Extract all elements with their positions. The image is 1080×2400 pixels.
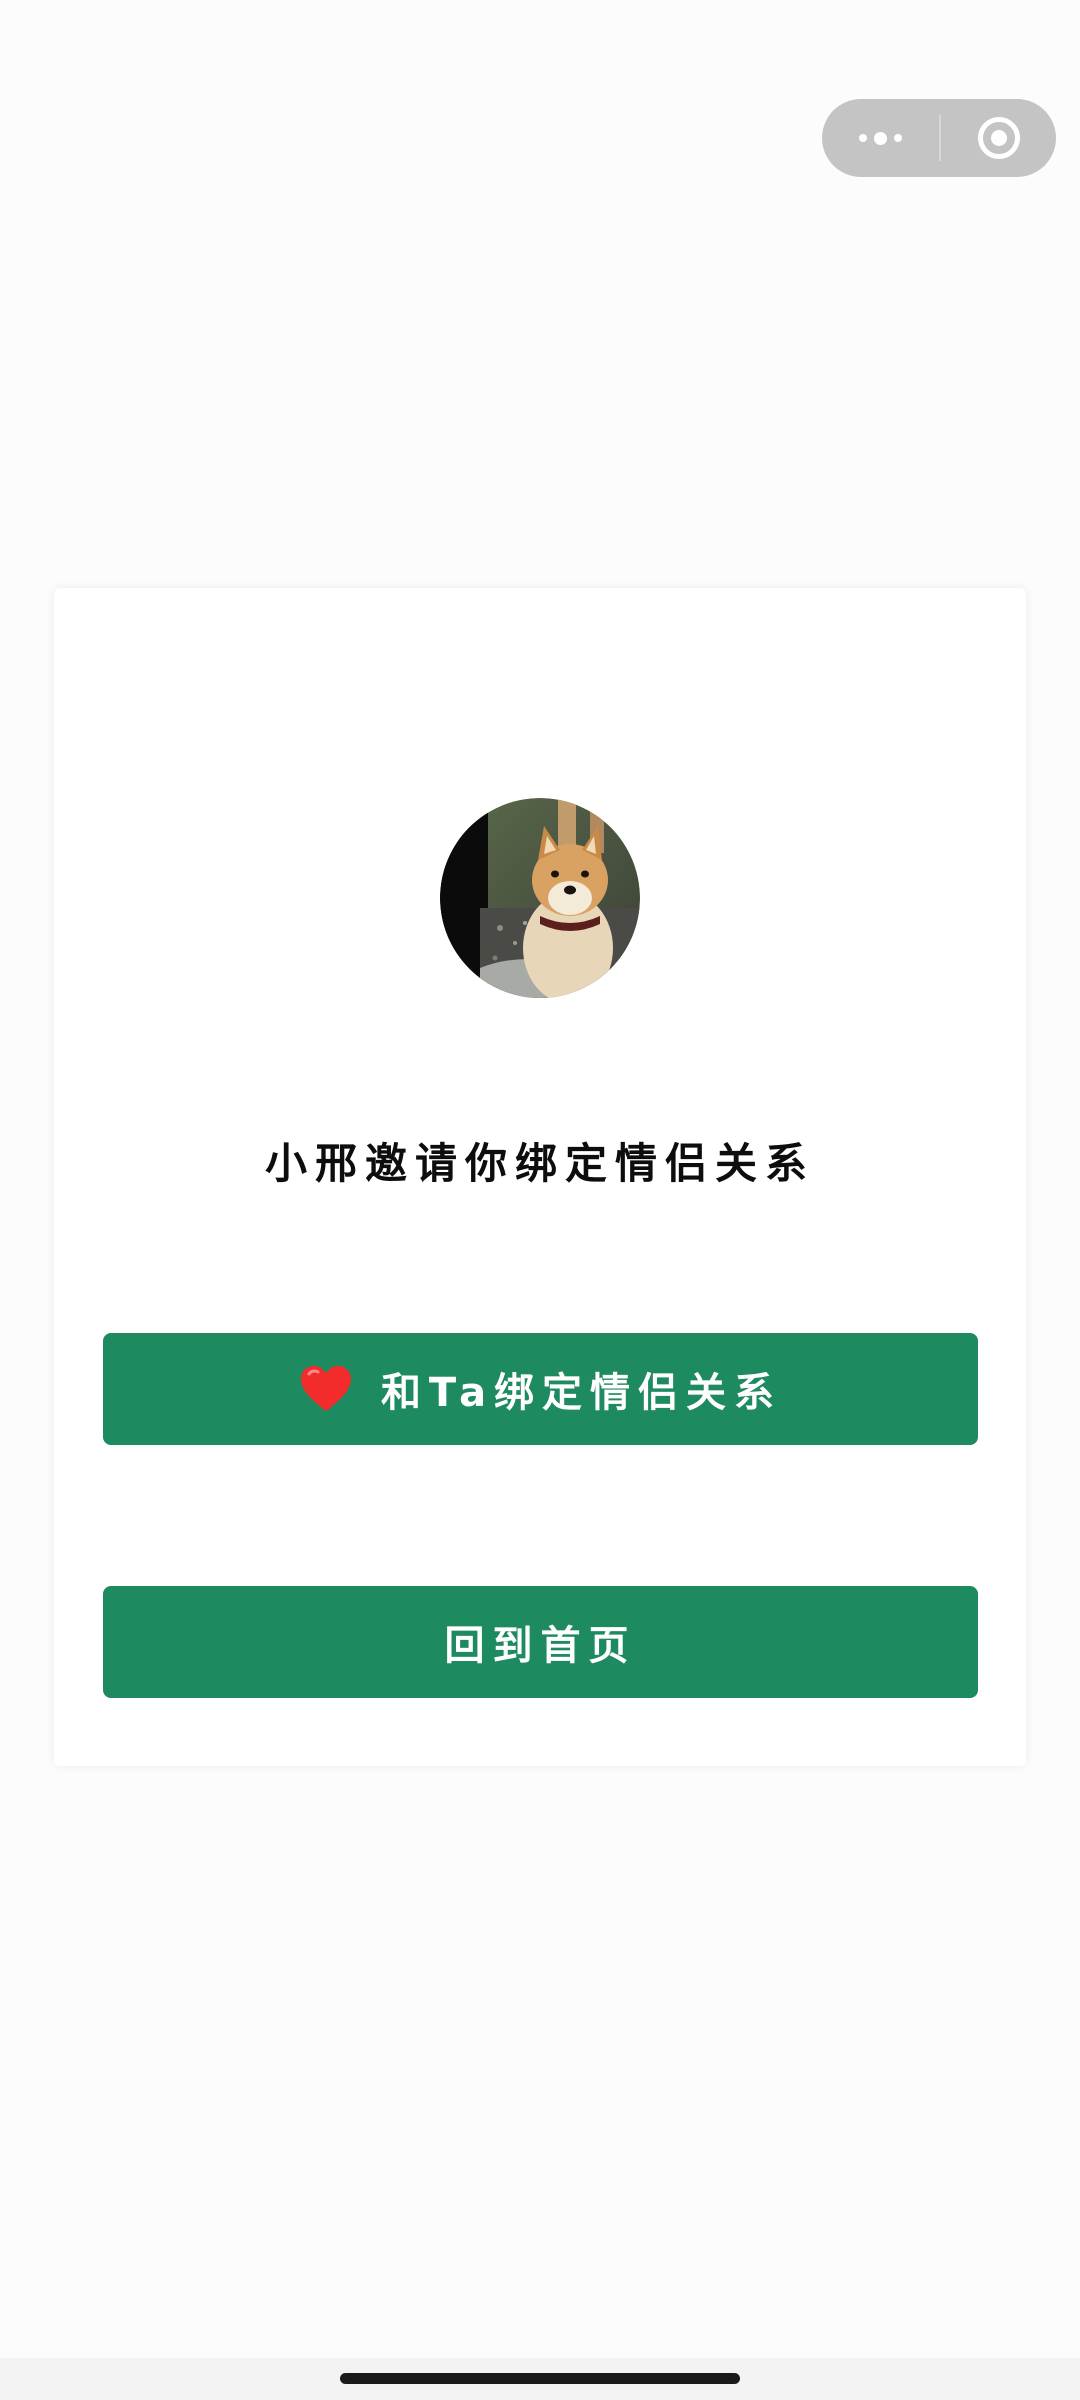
more-button[interactable] — [822, 99, 939, 177]
back-home-button[interactable]: 回到首页 — [103, 1586, 978, 1698]
miniprogram-capsule — [822, 99, 1056, 177]
invite-card: 小邢邀请你绑定情侣关系 和Ta绑定情侣关系 回到首页 — [54, 588, 1026, 1766]
avatar — [440, 798, 640, 998]
back-home-label: 回到首页 — [444, 1623, 637, 1669]
bind-couple-label: 和Ta绑定情侣关系 — [380, 1370, 783, 1416]
heart-icon — [299, 1364, 353, 1414]
home-indicator[interactable] — [340, 2373, 740, 2384]
shiba-inu-avatar-image — [440, 798, 640, 998]
more-dots-icon — [859, 131, 902, 145]
invite-text: 小邢邀请你绑定情侣关系 — [264, 1139, 815, 1188]
target-circle-icon — [977, 117, 1020, 159]
bind-couple-button[interactable]: 和Ta绑定情侣关系 — [103, 1333, 978, 1445]
page: 小邢邀请你绑定情侣关系 和Ta绑定情侣关系 回到首页 — [0, 0, 1080, 2400]
close-miniprogram-button[interactable] — [941, 99, 1056, 177]
